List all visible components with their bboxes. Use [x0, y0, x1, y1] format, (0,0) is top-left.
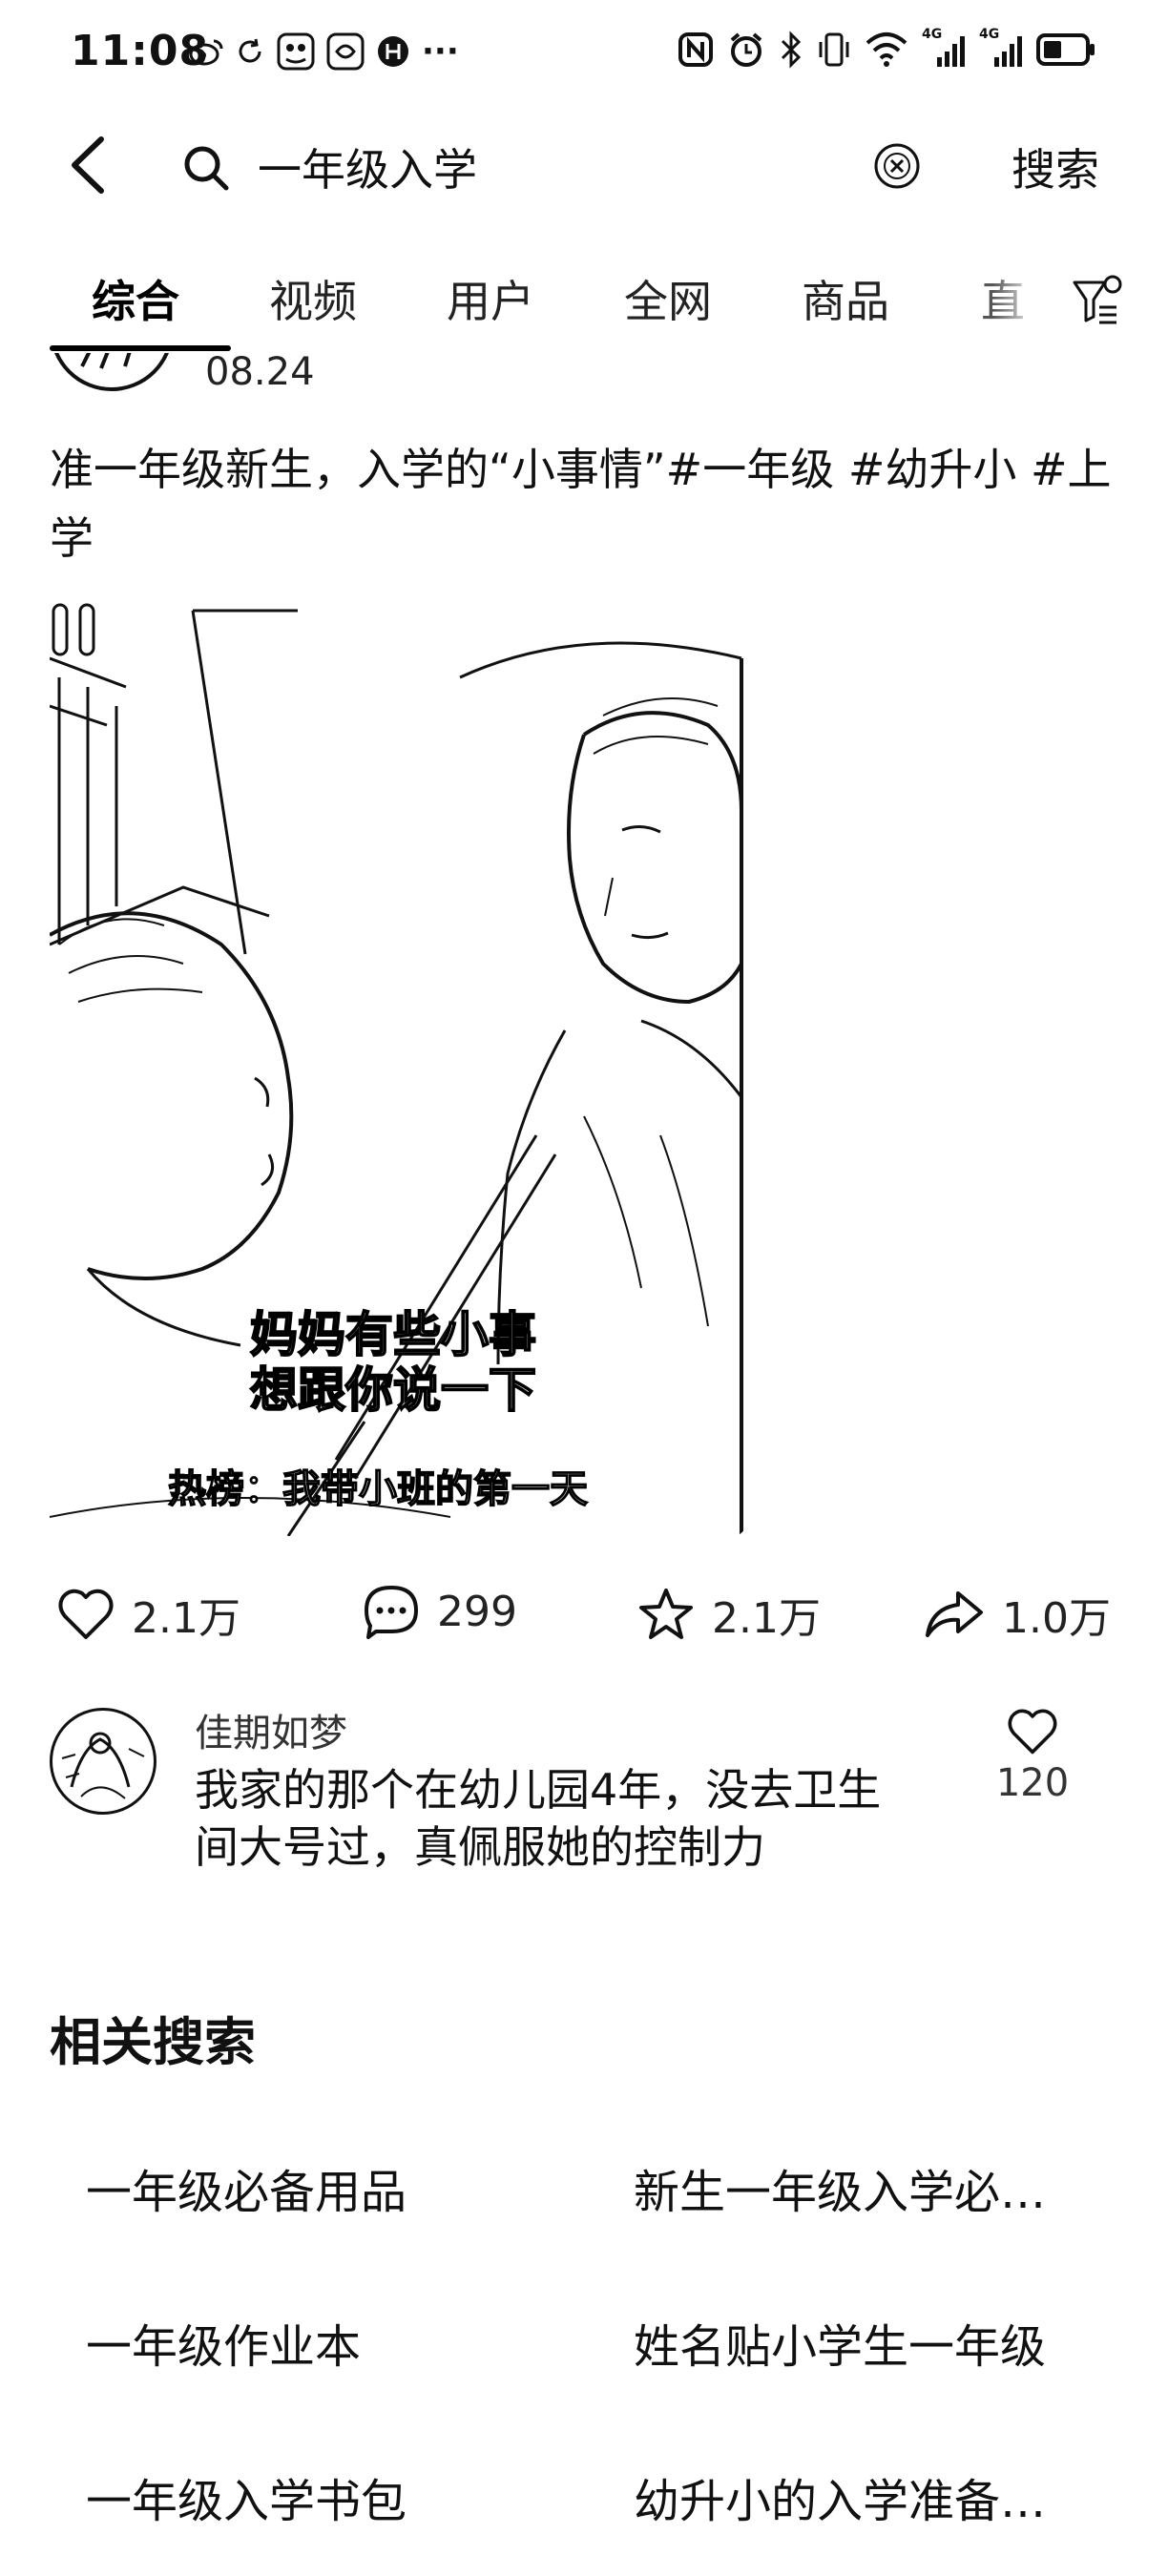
signal-4g-icon: 4G	[922, 27, 966, 69]
heart-icon	[58, 1589, 114, 1639]
tab-web[interactable]: 全网	[624, 267, 712, 330]
pause-icon[interactable]	[50, 601, 97, 658]
comment-button[interactable]: 299	[363, 1584, 517, 1639]
tab-bar: 综合 视频 用户 全网 商品 直	[0, 248, 1168, 353]
post-actions: 2.1万 299 2.1万 1.0万	[0, 1574, 1168, 1660]
search-icon	[184, 146, 229, 191]
related-search-item[interactable]: 一年级入学书包	[86, 2463, 534, 2530]
wifi-icon	[866, 32, 907, 67]
nfc-icon	[678, 32, 713, 67]
active-tab-indicator	[50, 345, 231, 351]
post-author-avatar-clip	[50, 353, 183, 401]
video-hot-label[interactable]: 热榜：我带小班的第一天	[167, 1458, 589, 1513]
video-player[interactable]: 妈妈有些小事 想跟你说一下 热榜：我带小班的第一天	[50, 601, 746, 1536]
app-icon	[277, 32, 315, 71]
related-search-item[interactable]: 姓名贴小学生一年级	[634, 2309, 1082, 2376]
like-count: 2.1万	[132, 1594, 240, 1643]
related-search-item[interactable]: 幼升小的入学准备…	[634, 2463, 1082, 2530]
share-button[interactable]: 1.0万	[924, 1584, 1111, 1645]
avatar[interactable]	[50, 1708, 156, 1815]
tab-users[interactable]: 用户	[447, 267, 534, 330]
tab-comprehensive[interactable]: 综合	[92, 267, 179, 330]
battery-icon	[1036, 33, 1095, 66]
search-header: 一年级入学 搜索	[0, 114, 1168, 219]
tab-fade	[992, 248, 1059, 353]
back-arrow-icon[interactable]	[57, 132, 124, 198]
signal-4g-icon: 4G	[979, 27, 1023, 69]
video-caption: 妈妈有些小事 想跟你说一下	[249, 1306, 537, 1419]
filter-icon[interactable]	[1071, 273, 1128, 330]
favorite-count: 2.1万	[712, 1594, 821, 1643]
status-right-icons: 4G 4G	[678, 27, 1095, 69]
comment-count: 299	[437, 1587, 517, 1636]
comment-text: 我家的那个在幼儿园4年，没去卫生间大号过，真佩服她的控制力	[195, 1764, 882, 1873]
status-left-icons: ···	[189, 32, 459, 71]
video-caption-line: 想跟你说一下	[249, 1361, 537, 1419]
weibo-icon	[189, 39, 223, 66]
comment-like-button[interactable]: 120	[994, 1708, 1071, 1805]
related-search-item[interactable]: 新生一年级入学必…	[634, 2154, 1082, 2221]
more-icon: ···	[422, 32, 459, 71]
app-icon	[326, 32, 365, 71]
share-count: 1.0万	[1002, 1594, 1111, 1643]
related-search-item[interactable]: 一年级必备用品	[86, 2154, 534, 2221]
tab-video[interactable]: 视频	[269, 267, 357, 330]
bluetooth-icon	[781, 31, 802, 69]
star-icon	[639, 1589, 693, 1639]
clear-icon[interactable]	[872, 141, 922, 191]
avatar[interactable]	[50, 353, 174, 391]
video-caption-line: 妈妈有些小事	[249, 1306, 537, 1363]
status-bar: 11:08 ··· 4G 4G	[0, 0, 1168, 105]
heart-icon	[1008, 1709, 1057, 1755]
favorite-button[interactable]: 2.1万	[637, 1584, 821, 1645]
app-icon	[378, 36, 408, 67]
search-input[interactable]: 一年级入学	[258, 135, 477, 198]
share-icon	[926, 1591, 983, 1637]
comment-like-count: 120	[995, 1761, 1070, 1805]
comment-username[interactable]: 佳期如梦	[195, 1702, 347, 1757]
screen: 11:08 ··· 4G 4G 一年级入学 搜索 综合 视频 用户 全网 商品 …	[0, 0, 1168, 2576]
vibrate-icon	[819, 32, 849, 67]
search-button[interactable]: 搜索	[1012, 135, 1099, 198]
related-search-title: 相关搜索	[50, 2012, 256, 2072]
like-button[interactable]: 2.1万	[57, 1584, 240, 1645]
related-search-item[interactable]: 一年级作业本	[86, 2309, 534, 2376]
post-date: 08.24	[205, 350, 315, 391]
alarm-icon	[730, 32, 762, 67]
tab-products[interactable]: 商品	[802, 267, 889, 330]
post-title[interactable]: 准一年级新生，入学的“小事情”#一年级 #幼升小 #上学	[50, 435, 1118, 572]
comment-icon	[365, 1586, 418, 1639]
refresh-icon	[239, 38, 261, 63]
